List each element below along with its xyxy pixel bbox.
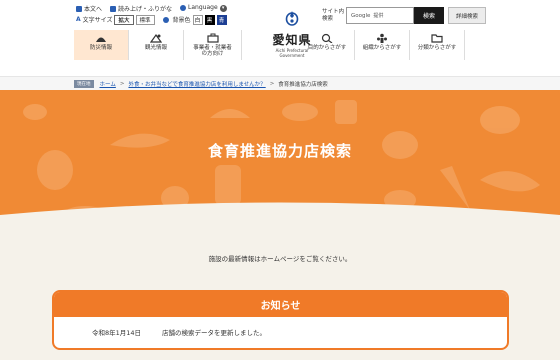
nav-tourism[interactable]: 観光情報 [129,30,184,60]
globe-icon [180,4,187,11]
breadcrumb-current: 食育推進協力店検索 [278,81,328,88]
notice-heading: お知らせ [54,292,507,317]
info-message: 施設の最新情報はホームページをご覧ください。 [208,255,352,263]
text-size-label: 文字サイズ [82,17,113,24]
search-placeholder-brand: Google [351,12,371,19]
advanced-search-button[interactable]: 詳細検索 [448,7,486,24]
nav-organization-search[interactable]: 組織からさがす [355,30,410,60]
search-placeholder-text: 提供 [373,13,384,19]
organization-icon [377,33,387,43]
nav-disaster-prevention[interactable]: 防災情報 [74,30,129,60]
search-button[interactable]: 検索 [414,7,444,24]
bg-white-button[interactable]: 白 [192,14,203,25]
nav-purpose-search[interactable]: 目的からさがす [300,30,355,60]
tourism-icon [150,33,162,43]
text-size-icon: A [76,16,81,23]
disaster-prevention-icon [96,37,106,42]
utility-row-1: 本文へ 読み上げ・ふりがな Language ▾ [76,3,227,13]
palette-icon [162,16,169,23]
breadcrumb-home-link[interactable]: ホーム [100,80,116,88]
search-label: サイト内 検索 [322,9,345,22]
bg-color-group: 背景色 白 黒 青 [162,14,227,25]
bg-blue-button[interactable]: 青 [216,14,227,25]
utility-row-2: A 文字サイズ 拡大 標準 背景色 白 黒 青 [76,14,227,25]
speaker-icon [110,6,117,12]
breadcrumb-tag: 現在地 [74,79,94,88]
notice-date: 令和8年1月14日 [92,329,142,337]
category-icon [431,34,443,43]
text-size-group: A 文字サイズ 拡大 標準 [76,14,155,25]
global-nav: 防災情報 観光情報 事業者・就業者の方向け 目的からさがす 組織からさがす 分類… [74,30,465,60]
bg-black-button[interactable]: 黒 [204,14,215,25]
chevron-down-icon: ▾ [219,5,227,12]
notice-box: お知らせ 令和8年1月14日 店舗の検索データを更新しました。 [52,290,509,350]
search-input[interactable]: Google 提供 [346,7,414,24]
notice-text: 店舗の検索データを更新しました。 [162,329,266,337]
breadcrumb-separator: > [269,80,275,87]
bg-color-label: 背景色 [172,17,191,24]
breadcrumb: 現在地 ホーム > 外食・お弁当などで食育推進協力店を利用しませんか？ > 食育… [0,76,560,90]
prefecture-emblem-icon [285,11,299,26]
hero-banner: 食育推進協力店検索 [0,90,560,230]
business-icon [206,33,219,43]
text-only-link[interactable]: 本文へ [76,4,102,13]
notice-item: 令和8年1月14日 店舗の検索データを更新しました。 [54,317,507,337]
nav-category-search[interactable]: 分類からさがす [410,30,465,60]
language-link[interactable]: Language ▾ [180,4,227,12]
purpose-search-icon [321,33,333,43]
breadcrumb-separator: > [119,80,125,87]
text-size-large-button[interactable]: 拡大 [114,14,134,25]
page-title: 食育推進協力店検索 [207,142,352,160]
text-size-standard-button[interactable]: 標準 [135,14,155,25]
page-icon [76,6,82,12]
read-aloud-link[interactable]: 読み上げ・ふりがな [110,4,172,13]
breadcrumb-parent-link[interactable]: 外食・お弁当などで食育推進協力店を利用しませんか？ [128,80,265,88]
nav-business[interactable]: 事業者・就業者の方向け [184,30,242,60]
